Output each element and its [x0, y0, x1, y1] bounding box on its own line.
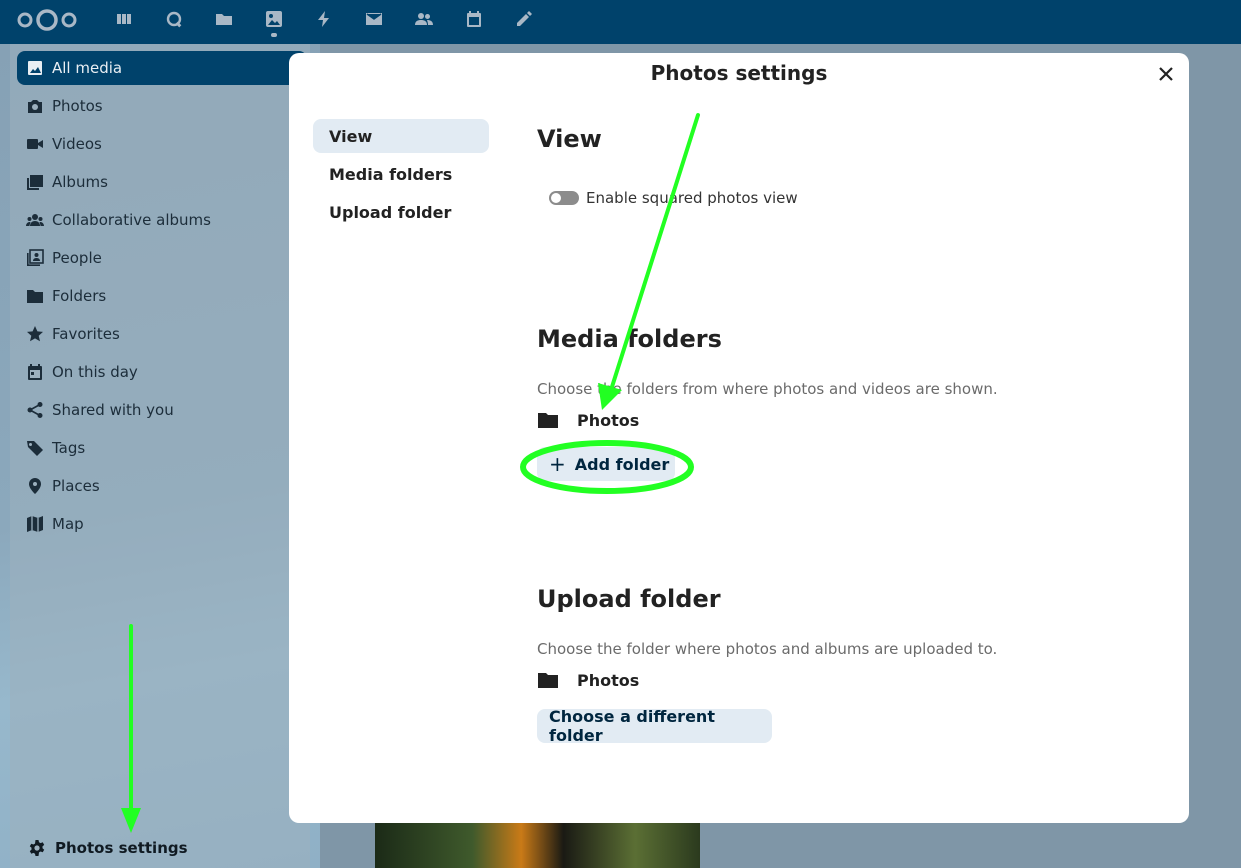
sidebar-item-label: Map — [52, 515, 84, 533]
albums-icon — [25, 172, 45, 192]
close-button[interactable] — [1155, 63, 1177, 85]
sidebar-item-shared-with-you[interactable]: Shared with you — [17, 393, 307, 427]
files-icon[interactable] — [214, 9, 234, 29]
dashboard-icon[interactable] — [114, 9, 134, 29]
sidebar-item-all-media[interactable]: All media — [17, 51, 307, 85]
group-icon — [25, 210, 45, 230]
sidebar-item-places[interactable]: Places — [17, 469, 307, 503]
sidebar-item-label: Places — [52, 477, 100, 495]
upload-folder-description: Choose the folder where photos and album… — [537, 640, 998, 658]
upload-folder-name: Photos — [577, 670, 640, 690]
folder-icon — [25, 286, 45, 306]
sidebar-item-tags[interactable]: Tags — [17, 431, 307, 465]
video-icon — [25, 134, 45, 154]
tag-icon — [25, 438, 45, 458]
sidebar-item-label: Folders — [52, 287, 107, 305]
image-icon — [25, 58, 45, 78]
calendar-icon[interactable] — [464, 9, 484, 29]
sidebar-item-label: Albums — [52, 173, 108, 191]
activity-icon[interactable] — [314, 9, 334, 29]
people-icon — [25, 248, 45, 268]
notes-icon[interactable] — [514, 9, 534, 29]
map-icon — [25, 514, 45, 534]
upload-folder-item: Photos — [537, 668, 639, 692]
plus-icon: + — [549, 452, 566, 476]
sidebar-item-label: Videos — [52, 135, 102, 153]
folder-icon — [538, 673, 558, 688]
view-section-title: View — [537, 125, 602, 153]
photo-thumbnail[interactable] — [375, 823, 700, 868]
photos-settings-dialog: Photos settings View Media folders Uploa… — [289, 53, 1189, 823]
mail-icon[interactable] — [364, 9, 384, 29]
settings-nav-view[interactable]: View — [313, 119, 489, 153]
gear-icon — [29, 840, 45, 856]
squared-view-label: Enable squared photos view — [586, 189, 798, 207]
photos-settings-label: Photos settings — [55, 839, 188, 857]
add-folder-button[interactable]: + Add folder — [537, 447, 675, 481]
add-folder-label: Add folder — [574, 454, 670, 474]
sidebar-item-label: On this day — [52, 363, 138, 381]
media-folders-section-title: Media folders — [537, 325, 722, 353]
choose-different-folder-button[interactable]: Choose a different folder — [537, 707, 772, 745]
sidebar-item-label: Shared with you — [52, 401, 174, 419]
sidebar-item-folders[interactable]: Folders — [17, 279, 307, 313]
sidebar-item-collaborative-albums[interactable]: Collaborative albums — [17, 203, 307, 237]
sidebar-item-map[interactable]: Map — [17, 507, 307, 541]
top-header — [0, 0, 1241, 44]
photos-settings-button[interactable]: Photos settings — [28, 836, 188, 860]
contacts-icon[interactable] — [414, 9, 434, 29]
camera-icon — [25, 96, 45, 116]
sidebar-item-people[interactable]: People — [17, 241, 307, 275]
sidebar-item-on-this-day[interactable]: On this day — [17, 355, 307, 389]
dialog-title: Photos settings — [650, 61, 828, 85]
squared-view-toggle-row[interactable]: Enable squared photos view — [549, 189, 798, 207]
photos-icon[interactable] — [264, 9, 284, 29]
search-icon[interactable] — [164, 9, 184, 29]
sidebar-item-label: Tags — [52, 439, 86, 457]
sidebar-item-favorites[interactable]: Favorites — [17, 317, 307, 351]
sidebar-item-label: All media — [52, 59, 123, 77]
sidebar-item-albums[interactable]: Albums — [17, 165, 307, 199]
media-folders-description: Choose the folders from where photos and… — [537, 380, 998, 398]
calendar-icon — [25, 362, 45, 382]
sidebar-item-label: Collaborative albums — [52, 211, 211, 229]
squared-view-toggle[interactable] — [549, 191, 579, 205]
media-folder-name: Photos — [577, 410, 640, 430]
close-icon — [1159, 67, 1173, 81]
media-folder-item: Photos — [537, 408, 639, 432]
upload-folder-section-title: Upload folder — [537, 585, 721, 613]
sidebar-item-photos[interactable]: Photos — [17, 89, 307, 123]
map-pin-icon — [25, 476, 45, 496]
settings-nav-media-folders[interactable]: Media folders — [313, 157, 489, 191]
folder-icon — [538, 413, 558, 428]
sidebar-item-label: Photos — [52, 97, 103, 115]
sidebar-item-label: People — [52, 249, 102, 267]
sidebar-item-videos[interactable]: Videos — [17, 127, 307, 161]
settings-nav-upload-folder[interactable]: Upload folder — [313, 195, 489, 229]
sidebar-item-label: Favorites — [52, 325, 120, 343]
share-icon — [25, 400, 45, 420]
active-app-indicator — [271, 33, 277, 37]
star-icon — [25, 324, 45, 344]
nextcloud-logo[interactable] — [16, 8, 78, 32]
